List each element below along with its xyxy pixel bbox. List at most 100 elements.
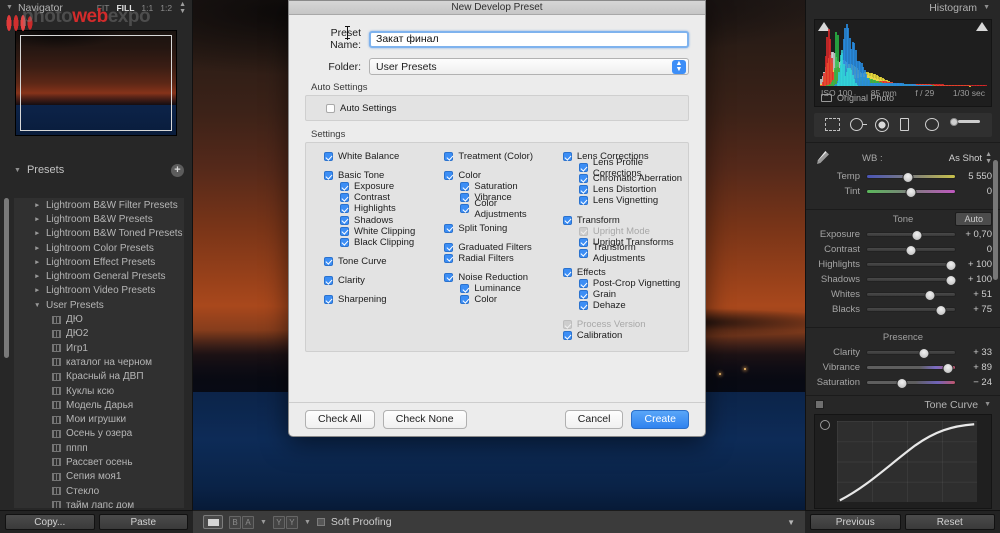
preset-folder[interactable]: ► Lightroom B&W Presets [14,212,184,226]
slider-knob[interactable] [902,171,914,183]
setting-checkbox-row[interactable]: Color [444,294,544,305]
chevron-right-icon[interactable]: ► [34,216,41,223]
checkbox[interactable] [460,294,470,304]
preset-item[interactable]: ДЮ2 [14,327,184,341]
setting-checkbox-row[interactable]: Basic Tone [324,170,426,181]
checkbox[interactable] [340,182,349,192]
slider-vibrance[interactable]: Vibrance + 89 [814,360,992,375]
original-photo-toggle[interactable]: Original Photo [821,93,894,103]
setting-checkbox-row[interactable]: Transform Adjustments [563,242,688,264]
checkbox[interactable] [562,215,572,225]
slider-shadows[interactable]: Shadows + 100 [814,272,992,287]
slider-knob[interactable] [945,259,957,271]
chevron-right-icon[interactable]: ► [34,202,41,209]
slider-track[interactable] [866,347,956,359]
slider-knob[interactable] [905,186,917,198]
preset-folder[interactable]: ► Lightroom B&W Toned Presets [14,227,184,241]
preset-item[interactable]: Мои игрушки [14,412,184,426]
slider-knob[interactable] [924,289,936,301]
checkbox[interactable] [340,237,349,247]
preset-item[interactable]: Рассвет осень [14,455,184,469]
folder-select[interactable]: User Presets ▲ ▼ [369,58,689,75]
checkbox[interactable] [324,171,333,181]
slider-value[interactable]: 0 [956,186,992,197]
previous-button[interactable]: Previous [810,514,901,530]
cancel-button[interactable]: Cancel [564,410,624,429]
setting-checkbox-row[interactable]: Transform [562,214,688,226]
setting-checkbox-row[interactable]: Calibration [562,330,688,341]
checkbox[interactable] [324,275,333,285]
slider-track[interactable] [866,186,956,198]
zoom-1-2[interactable]: 1:2 [160,3,172,13]
checkbox[interactable] [340,193,349,203]
setting-checkbox-row[interactable]: Dehaze [563,300,688,311]
setting-checkbox-row[interactable]: Lens Distortion [563,184,688,195]
tone-curve-header[interactable]: Tone Curve ▼ [806,395,1000,412]
setting-checkbox-row[interactable]: Color Adjustments [444,198,544,220]
setting-checkbox-row[interactable]: Split Toning [444,222,544,234]
white-balance-selector-icon[interactable] [814,149,832,167]
checkbox[interactable] [340,204,349,214]
checkbox[interactable] [444,223,454,233]
before-after-view-group[interactable]: B A [229,515,254,529]
histogram-panel[interactable]: ISO 100 85 mm f / 29 1/30 sec Original P… [814,19,992,107]
checkbox[interactable] [324,152,333,162]
slider-value[interactable]: + 33 [956,347,992,358]
setting-checkbox-row[interactable]: Radial Filters [444,253,544,264]
chevron-right-icon[interactable]: ► [34,245,41,252]
slider-track[interactable] [866,377,956,389]
chevron-down-icon[interactable]: ▼ [260,519,267,526]
setting-checkbox-row[interactable]: Noise Reduction [444,272,544,283]
auto-settings-row[interactable]: Auto Settings [326,102,397,114]
slider-value[interactable]: + 0,70 [956,229,992,240]
checkbox[interactable] [460,182,470,192]
checkbox[interactable] [578,196,588,206]
checkbox[interactable] [578,237,588,247]
slider-track[interactable] [866,229,956,241]
slider-blacks[interactable]: Blacks + 75 [814,302,992,317]
setting-checkbox-row[interactable]: Clarity [324,275,426,286]
tone-curve-grid[interactable] [837,421,977,502]
setting-checkbox-row[interactable]: Chromatic Aberration [563,173,688,184]
adjustment-brush-icon[interactable] [949,117,982,133]
setting-checkbox-row[interactable]: Effects [562,267,688,278]
histogram-header[interactable]: Histogram ▼ [806,0,1000,15]
slider-value[interactable]: 0 [956,244,992,255]
auto-settings-checkbox[interactable] [326,103,335,113]
check-all-button[interactable]: Check All [305,410,375,429]
setting-checkbox-row[interactable]: Black Clipping [324,237,426,248]
chevron-down-icon[interactable]: ▼ [304,519,311,526]
preset-item[interactable]: Сепия моя1 [14,470,184,484]
presets-scrollbar[interactable] [4,198,9,358]
slider-value[interactable]: 5 550 [956,171,992,182]
chevron-right-icon[interactable]: ► [34,230,41,237]
slider-temp[interactable]: Temp 5 550 [814,169,992,184]
setting-checkbox-row[interactable]: Tone Curve [324,256,426,267]
slider-clarity[interactable]: Clarity + 33 [814,345,992,360]
checkbox[interactable] [444,272,454,282]
radial-filter-icon[interactable] [924,117,941,133]
preset-item[interactable]: ДЮ [14,312,184,326]
copy-button[interactable]: Copy... [5,514,95,530]
presets-header[interactable]: ▼ Presets + [0,161,192,179]
slider-knob[interactable] [896,377,908,389]
setting-checkbox-row[interactable]: Process Version [562,319,688,330]
slider-value[interactable]: + 89 [956,362,992,373]
checkbox[interactable] [324,294,333,304]
setting-checkbox-row[interactable]: Treatment (Color) [444,151,544,162]
checkbox[interactable] [578,163,588,173]
preset-folder[interactable]: ► Lightroom General Presets [14,269,184,283]
navigator-thumbnail[interactable] [16,31,176,135]
setting-checkbox-row[interactable]: Highlights [324,203,426,214]
slider-saturation[interactable]: Saturation − 24 [814,375,992,390]
checkbox[interactable] [444,152,454,162]
setting-checkbox-row[interactable]: Sharpening [324,294,426,305]
slider-value[interactable]: − 24 [956,377,992,388]
slider-tint[interactable]: Tint 0 [814,184,992,199]
slider-knob[interactable] [911,229,923,241]
checkbox[interactable] [578,248,588,258]
checkbox[interactable] [340,215,349,225]
setting-checkbox-row[interactable]: White Clipping [324,226,426,237]
create-button[interactable]: Create [631,410,689,429]
preset-folder[interactable]: ► Lightroom Effect Presets [14,255,184,269]
